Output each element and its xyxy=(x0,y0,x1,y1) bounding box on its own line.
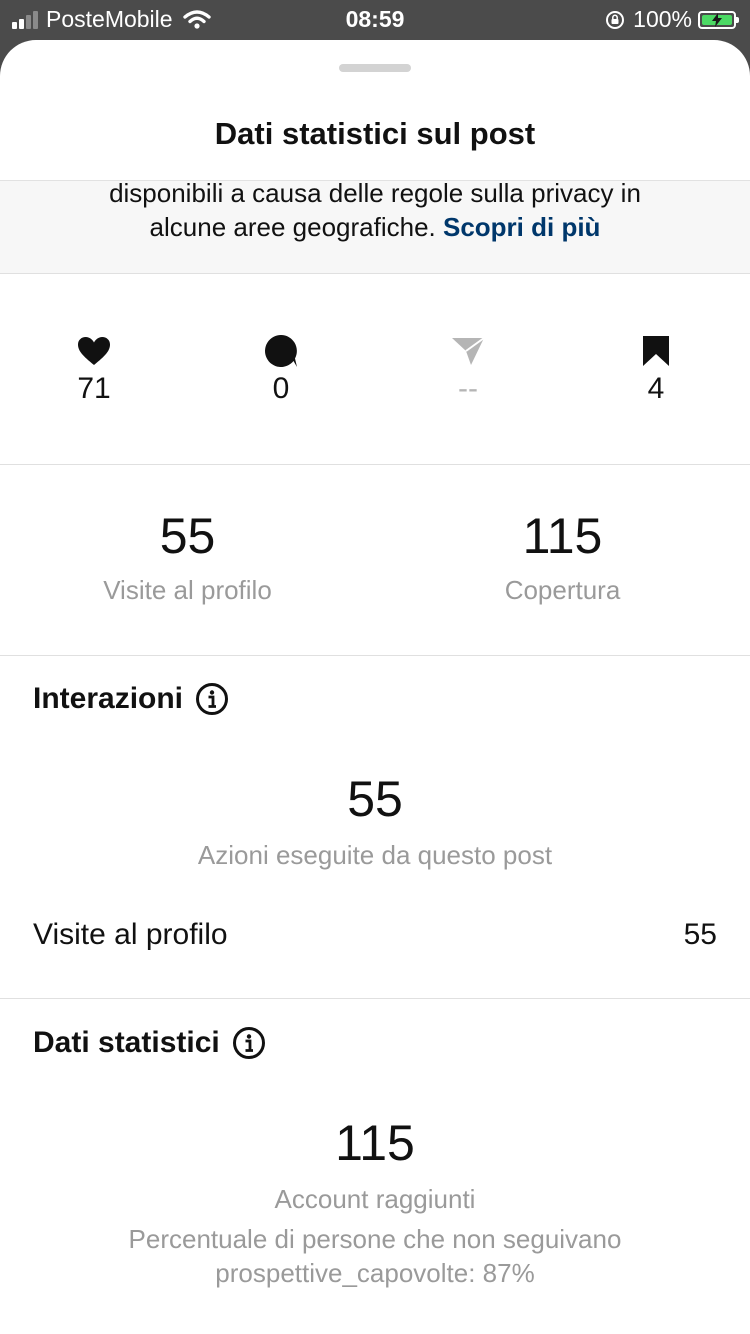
insights-section: Dati statistici 115 Account raggiunti Pe… xyxy=(0,1026,750,1326)
privacy-notice: disponibili a causa delle regole sulla p… xyxy=(0,178,750,274)
saves-count: 4 xyxy=(647,372,665,405)
info-icon[interactable] xyxy=(195,682,229,716)
sheet-title: Dati statistici sul post xyxy=(214,116,536,151)
interactions-title: Interazioni xyxy=(33,682,184,715)
non-followers-note-line-1: Percentuale di persone che non seguivano xyxy=(128,1224,622,1254)
status-bar: PosteMobile 08:59 100% xyxy=(0,0,750,40)
info-icon[interactable] xyxy=(232,1026,266,1060)
shares-stat: -- xyxy=(408,334,528,406)
heart-icon xyxy=(78,337,110,365)
privacy-line-2-text: alcune aree geografiche. xyxy=(149,212,436,242)
reach-label: Copertura xyxy=(504,575,621,605)
shares-count: -- xyxy=(458,372,478,405)
battery-icon xyxy=(698,10,739,29)
comments-stat: 0 xyxy=(221,334,341,406)
interactions-total-label: Azioni eseguite da questo post xyxy=(197,840,553,870)
insights-title: Dati statistici xyxy=(33,1026,220,1059)
interactions-row-label: Visite al profilo xyxy=(33,918,228,951)
engagement-row: 71 0 -- 4 xyxy=(0,274,750,465)
insights-title-row: Dati statistici xyxy=(33,1026,266,1060)
reach-stat: 115 Copertura xyxy=(375,507,750,606)
interactions-row-value: 55 xyxy=(683,918,717,951)
battery-percent: 100% xyxy=(633,6,692,32)
profile-visits-label: Visite al profilo xyxy=(103,575,272,605)
likes-stat: 71 xyxy=(34,334,154,406)
likes-count: 71 xyxy=(77,372,111,405)
comment-icon xyxy=(265,335,297,367)
non-followers-note-line-2: prospettive_capovolte: 87% xyxy=(215,1258,535,1288)
insights-sheet: Dati statistici sul post disponibili a c… xyxy=(0,40,750,1334)
reach-value: 115 xyxy=(522,508,603,564)
profile-visits-value: 55 xyxy=(159,508,216,564)
privacy-line-1: disponibili a causa delle regole sulla p… xyxy=(109,178,641,208)
bookmark-icon xyxy=(643,336,669,366)
send-icon xyxy=(452,337,485,365)
learn-more-link[interactable]: Scopri di più xyxy=(443,212,600,242)
accounts-reached-label: Account raggiunti xyxy=(274,1184,476,1214)
comments-count: 0 xyxy=(272,372,290,405)
interactions-total: 55 xyxy=(347,771,403,827)
rotation-lock-icon xyxy=(606,10,625,29)
profile-visits-stat: 55 Visite al profilo xyxy=(0,507,375,606)
accounts-reached-value: 115 xyxy=(335,1115,415,1171)
privacy-line-2: alcune aree geografiche. Scopri di più xyxy=(0,209,750,245)
summary-row: 55 Visite al profilo 115 Copertura xyxy=(0,465,750,656)
saves-stat: 4 xyxy=(596,334,716,406)
interactions-section: Interazioni 55 Azioni eseguite da questo… xyxy=(0,682,750,1000)
status-right: 100% xyxy=(605,6,739,33)
sheet-grabber[interactable] xyxy=(339,64,411,72)
interactions-title-row: Interazioni xyxy=(33,682,229,716)
section-divider xyxy=(0,998,750,999)
